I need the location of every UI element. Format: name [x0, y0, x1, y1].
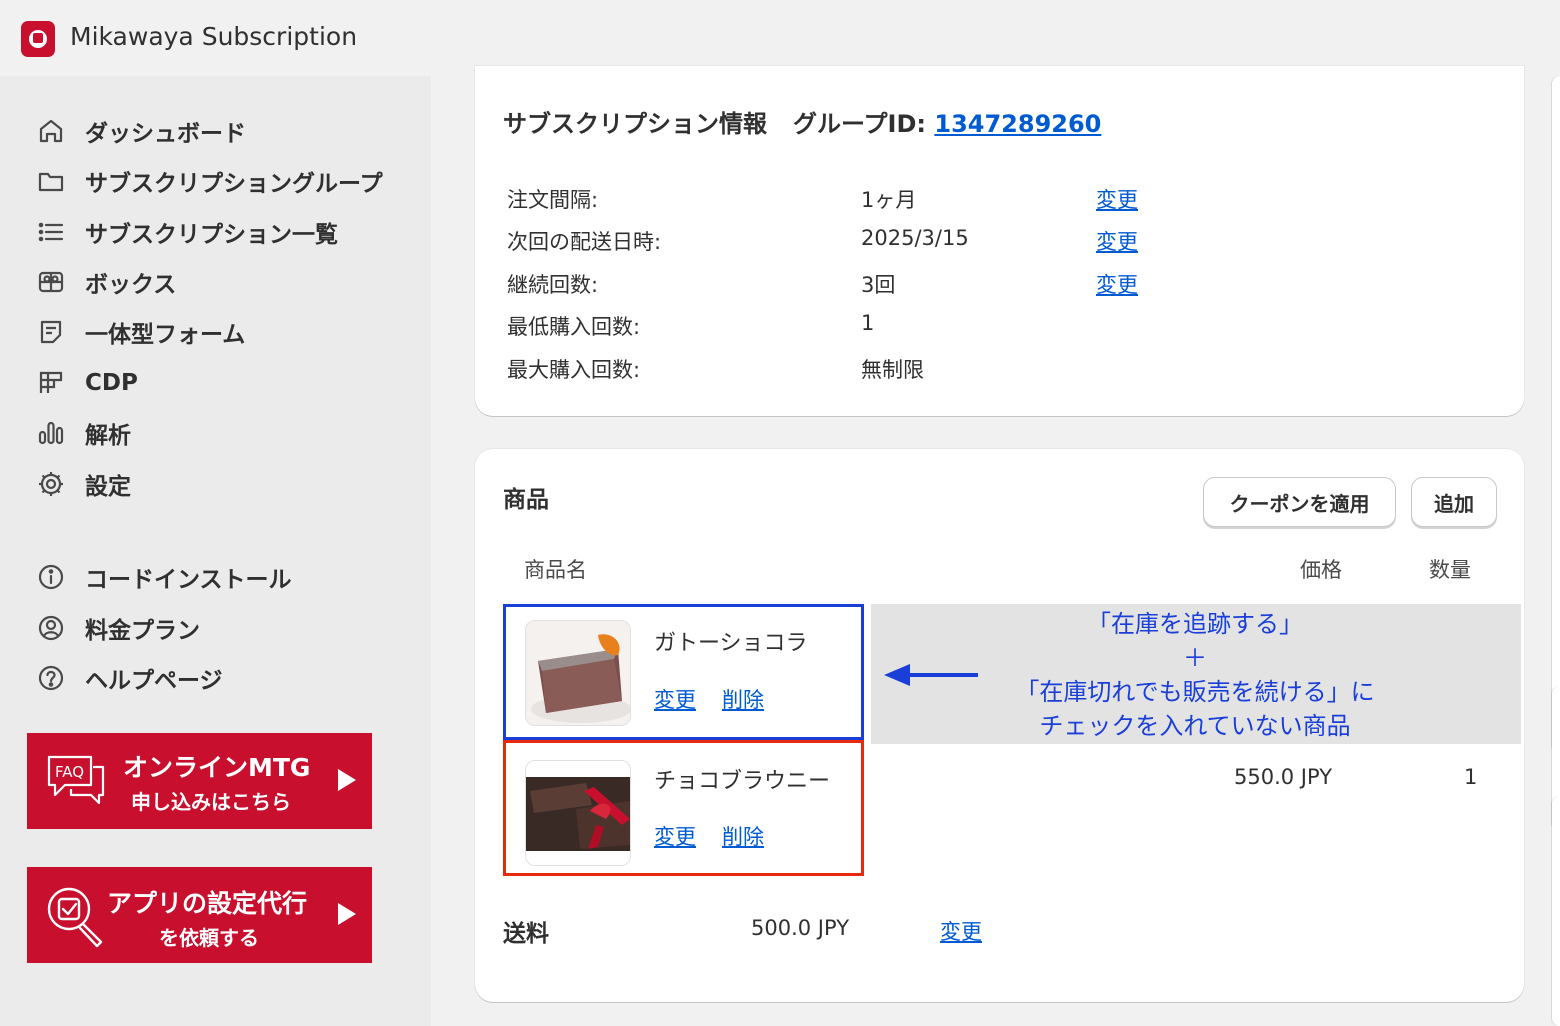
app-title: Mikawaya Subscription [70, 22, 358, 51]
sidebar-item-settings[interactable]: 設定 [36, 464, 131, 504]
annotation-box-blue [503, 604, 864, 740]
home-icon [39, 119, 63, 143]
sidebar-item-box[interactable]: ボックス [36, 262, 176, 302]
annotation-box-red [503, 740, 864, 876]
annotation-line: チェックを入れていない商品 [1039, 712, 1351, 740]
sidebar-item-label: ダッシュボード [85, 121, 246, 147]
sidebar-item-help[interactable]: ヘルプページ [36, 658, 223, 698]
apply-coupon-button[interactable]: クーポンを適用 [1203, 477, 1396, 527]
list-icon [38, 222, 64, 242]
order-interval-change-link[interactable]: 変更 [1096, 184, 1138, 214]
sidebar-item-label: サブスクリプショングループ [85, 171, 383, 197]
folder-icon [38, 172, 64, 192]
shipping-label: 送料 [503, 921, 549, 947]
promo-subtitle: を依頼する [159, 926, 259, 950]
max-purchase-value: 無制限 [861, 358, 924, 382]
magnifier-check-icon [47, 887, 103, 948]
group-id-label: グループID: [793, 110, 927, 138]
sidebar-item-label: CDP [85, 370, 138, 396]
add-product-button[interactable]: 追加 [1411, 477, 1497, 527]
products-title: 商品 [503, 487, 549, 513]
max-purchase-label: 最大購入回数: [507, 358, 641, 382]
sidebar: ダッシュボード サブスクリプショングループ サブスクリプション一覧 ボックス 一… [0, 76, 431, 1026]
gear-icon [39, 472, 63, 496]
column-header-name: 商品名 [524, 558, 587, 582]
help-icon [38, 665, 64, 691]
info-icon [38, 564, 64, 590]
play-arrow-icon [338, 903, 356, 925]
shipping-value: 500.0 JPY [751, 916, 850, 940]
order-interval-value: 1ヶ月 [861, 188, 917, 212]
sidebar-item-code-install[interactable]: コードインストール [36, 557, 292, 597]
min-purchase-label: 最低購入回数: [507, 315, 641, 339]
sidebar-item-label: コードインストール [85, 567, 292, 593]
sidebar-item-label: 料金プラン [85, 618, 200, 644]
sidebar-item-label: 解析 [85, 423, 131, 449]
sidebar-item-cdp[interactable]: CDP [36, 363, 138, 403]
sidebar-item-label: ボックス [85, 272, 177, 298]
sidebar-item-label: 設定 [85, 474, 131, 500]
next-delivery-value: 2025/3/15 [861, 226, 969, 250]
continuation-count-change-link[interactable]: 変更 [1096, 269, 1138, 299]
order-interval-label: 注文間隔: [507, 188, 599, 212]
annotation-line: 「在庫切れでも販売を続ける」に [1015, 678, 1375, 706]
continuation-count-value: 3回 [861, 273, 896, 297]
column-header-price: 価格 [1300, 558, 1342, 582]
setup-service-banner[interactable]: アプリの設定代行 を依頼する [27, 867, 372, 963]
form-icon [40, 320, 62, 344]
app-header: Mikawaya Subscription [0, 0, 1560, 76]
sidebar-item-label: サブスクリプション一覧 [85, 222, 338, 248]
sidebar-item-subscription-list[interactable]: サブスクリプション一覧 [36, 212, 338, 252]
annotation-line: ＋ [1183, 644, 1207, 672]
product-price: 550.0 JPY [1234, 765, 1333, 789]
annotation-line: 「在庫を追跡する」 [1087, 610, 1303, 638]
faq-chat-icon [47, 755, 105, 805]
next-delivery-change-link[interactable]: 変更 [1096, 226, 1138, 256]
sidebar-item-label: ヘルプページ [85, 668, 223, 694]
continuation-count-label: 継続回数: [507, 273, 599, 297]
shipping-change-link[interactable]: 変更 [940, 916, 982, 946]
subscription-info-title: サブスクリプション情報 [503, 110, 767, 138]
user-circle-icon [38, 615, 64, 641]
gift-box-icon [38, 271, 64, 293]
play-arrow-icon [338, 769, 356, 791]
promo-subtitle: 申し込みはこちら [131, 790, 291, 814]
bar-chart-icon [38, 421, 64, 445]
next-delivery-label: 次回の配送日時: [507, 230, 662, 254]
sidebar-item-analytics[interactable]: 解析 [36, 413, 131, 453]
online-mtg-banner[interactable]: FAQ オンラインMTG 申し込みはこちら [27, 733, 372, 829]
app-logo-icon [21, 21, 55, 57]
sidebar-item-label: 一体型フォーム [85, 322, 246, 348]
faq-badge: FAQ [55, 763, 85, 781]
column-header-quantity: 数量 [1429, 558, 1471, 582]
group-id-link[interactable]: 1347289260 [934, 110, 1101, 138]
sidebar-item-pricing[interactable]: 料金プラン [36, 608, 200, 648]
promo-title: オンラインMTG [123, 753, 311, 782]
sidebar-item-dashboard[interactable]: ダッシュボード [36, 111, 246, 151]
adjacent-panel [1552, 76, 1560, 1026]
grid-icon [39, 371, 63, 393]
min-purchase-value: 1 [861, 311, 875, 335]
annotation-text: 「在庫を追跡する」 ＋ 「在庫切れでも販売を続ける」に チェックを入れていない商… [960, 607, 1430, 743]
sidebar-item-subscription-groups[interactable]: サブスクリプショングループ [36, 161, 383, 201]
product-quantity: 1 [1464, 765, 1478, 789]
subscription-info-heading: サブスクリプション情報 グループID: 1347289260 [503, 104, 1101, 139]
sidebar-item-integrated-form[interactable]: 一体型フォーム [36, 312, 245, 352]
promo-title: アプリの設定代行 [107, 889, 308, 918]
